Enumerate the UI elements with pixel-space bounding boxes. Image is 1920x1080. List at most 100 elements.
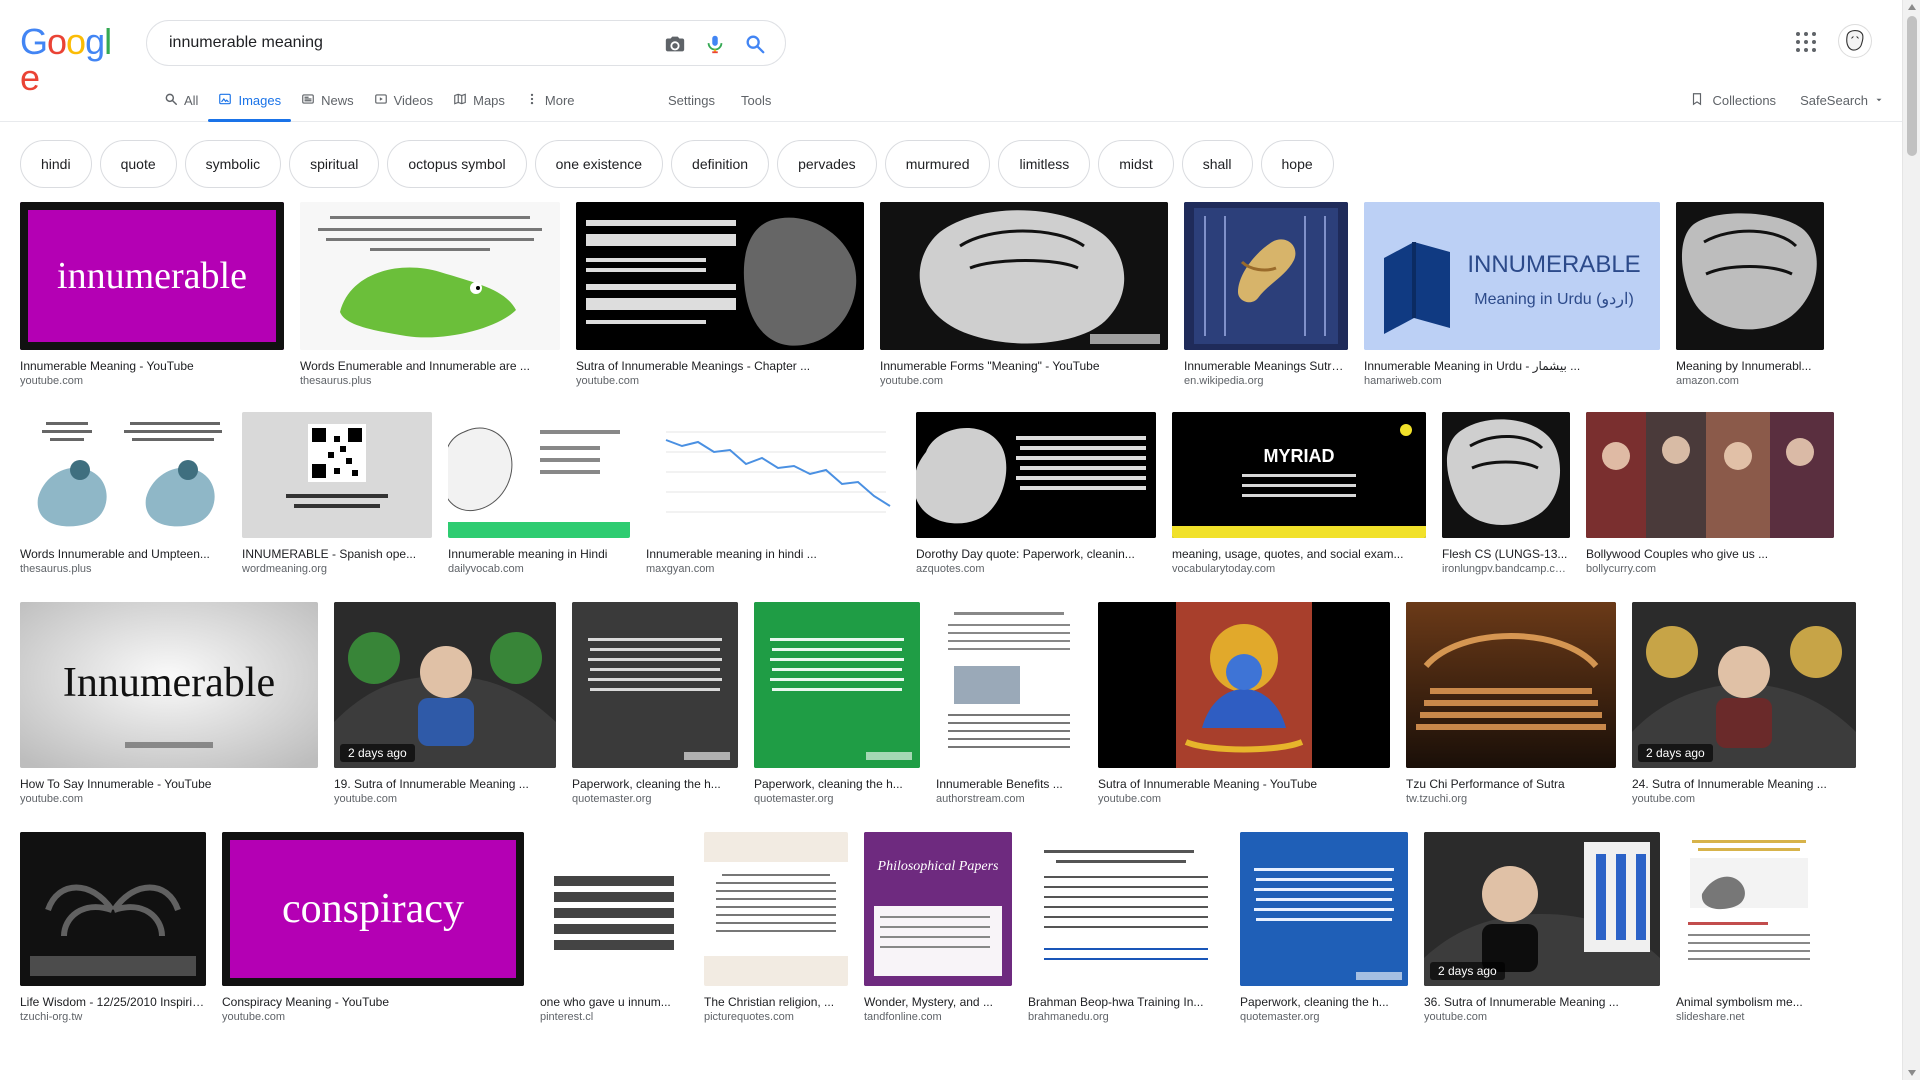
result-caption[interactable]: How To Say Innumerable - YouTube bbox=[20, 776, 318, 792]
result-caption[interactable]: Life Wisdom - 12/25/2010 Inspiring ... bbox=[20, 994, 206, 1010]
tab-news[interactable]: News bbox=[301, 84, 354, 116]
result-caption[interactable]: INNUMERABLE - Spanish ope... bbox=[242, 546, 432, 562]
result-source[interactable]: youtube.com bbox=[20, 374, 284, 388]
result-caption[interactable]: Meaning by Innumerabl... bbox=[1676, 358, 1824, 374]
image-result[interactable]: Sutra of Innumerable Meaning - YouTube y… bbox=[1098, 602, 1390, 806]
result-source[interactable]: azquotes.com bbox=[916, 562, 1156, 576]
result-caption[interactable]: Innumerable Meaning in Urdu - بیشمار ... bbox=[1364, 358, 1660, 374]
result-caption[interactable]: Words Enumerable and Innumerable are ... bbox=[300, 358, 560, 374]
result-thumbnail[interactable] bbox=[936, 602, 1082, 768]
chip[interactable]: midst bbox=[1098, 140, 1174, 188]
result-thumbnail[interactable] bbox=[646, 412, 900, 538]
result-thumbnail[interactable] bbox=[916, 412, 1156, 538]
chip[interactable]: murmured bbox=[884, 140, 991, 188]
camera-icon[interactable] bbox=[663, 32, 687, 56]
result-caption[interactable]: Innumerable meaning in hindi ... bbox=[646, 546, 900, 562]
result-thumbnail[interactable] bbox=[1442, 412, 1570, 538]
result-thumbnail[interactable]: 2 days ago bbox=[334, 602, 556, 768]
result-source[interactable]: youtube.com bbox=[576, 374, 864, 388]
result-source[interactable]: maxgyan.com bbox=[646, 562, 900, 576]
result-caption[interactable]: Paperwork, cleaning the h... bbox=[572, 776, 738, 792]
result-caption[interactable]: Sutra of Innumerable Meanings - Chapter … bbox=[576, 358, 864, 374]
result-thumbnail[interactable] bbox=[20, 832, 206, 986]
chip[interactable]: hope bbox=[1260, 140, 1334, 188]
result-caption[interactable]: Innumerable Meanings Sutra - ... bbox=[1184, 358, 1348, 374]
result-thumbnail[interactable] bbox=[242, 412, 432, 538]
image-result[interactable]: The Christian religion, ... picturequote… bbox=[704, 832, 848, 1024]
result-thumbnail[interactable] bbox=[448, 412, 630, 538]
chip[interactable]: octopus symbol bbox=[387, 140, 527, 188]
result-source[interactable]: quotemaster.org bbox=[754, 792, 920, 806]
tab-more[interactable]: More bbox=[525, 84, 575, 116]
image-result[interactable]: Sutra of Innumerable Meanings - Chapter … bbox=[576, 202, 864, 388]
result-thumbnail[interactable] bbox=[540, 832, 688, 986]
search-box[interactable] bbox=[146, 20, 786, 66]
chip[interactable]: limitless bbox=[998, 140, 1091, 188]
image-result[interactable]: Tzu Chi Performance of Sutra tw.tzuchi.o… bbox=[1406, 602, 1616, 806]
result-caption[interactable]: Animal symbolism me... bbox=[1676, 994, 1822, 1010]
tools-link[interactable]: Tools bbox=[741, 93, 771, 108]
image-result[interactable]: Meaning by Innumerabl... amazon.com bbox=[1676, 202, 1824, 388]
result-caption[interactable]: one who gave u innum... bbox=[540, 994, 688, 1010]
result-thumbnail[interactable] bbox=[1184, 202, 1348, 350]
tab-maps[interactable]: Maps bbox=[453, 84, 505, 116]
result-source[interactable]: pinterest.cl bbox=[540, 1010, 688, 1024]
image-result[interactable]: Animal symbolism me... slideshare.net bbox=[1676, 832, 1822, 1024]
result-caption[interactable]: meaning, usage, quotes, and social exam.… bbox=[1172, 546, 1426, 562]
result-source[interactable]: tandfonline.com bbox=[864, 1010, 1012, 1024]
image-result[interactable]: Life Wisdom - 12/25/2010 Inspiring ... t… bbox=[20, 832, 206, 1024]
result-caption[interactable]: Conspiracy Meaning - YouTube bbox=[222, 994, 524, 1010]
google-logo[interactable]: Googl e bbox=[20, 24, 112, 96]
result-thumbnail[interactable] bbox=[20, 412, 226, 538]
image-result[interactable]: Innumerable How To Say Innumerable - You… bbox=[20, 602, 318, 806]
chip[interactable]: definition bbox=[671, 140, 770, 188]
result-thumbnail[interactable]: 2 days ago bbox=[1632, 602, 1856, 768]
result-caption[interactable]: Wonder, Mystery, and ... bbox=[864, 994, 1012, 1010]
result-caption[interactable]: Words Innumerable and Umpteen... bbox=[20, 546, 226, 562]
result-caption[interactable]: 19. Sutra of Innumerable Meaning ... bbox=[334, 776, 556, 792]
result-caption[interactable]: Flesh CS (LUNGS-13... bbox=[1442, 546, 1570, 562]
image-result[interactable]: Words Innumerable and Umpteen... thesaur… bbox=[20, 412, 226, 576]
result-thumbnail[interactable] bbox=[1586, 412, 1834, 538]
image-result[interactable]: one who gave u innum... pinterest.cl bbox=[540, 832, 688, 1024]
result-thumbnail[interactable]: Innumerable bbox=[20, 602, 318, 768]
search-icon[interactable] bbox=[743, 32, 767, 56]
result-caption[interactable]: 36. Sutra of Innumerable Meaning ... bbox=[1424, 994, 1660, 1010]
result-source[interactable]: dailyvocab.com bbox=[448, 562, 630, 576]
tab-videos[interactable]: Videos bbox=[374, 84, 433, 116]
result-source[interactable]: thesaurus.plus bbox=[20, 562, 226, 576]
safesearch-button[interactable]: SafeSearch bbox=[1800, 93, 1884, 108]
chip[interactable]: pervades bbox=[777, 140, 877, 188]
result-source[interactable]: youtube.com bbox=[1632, 792, 1856, 806]
image-result[interactable]: conspiracy Conspiracy Meaning - YouTube … bbox=[222, 832, 524, 1024]
result-thumbnail[interactable] bbox=[880, 202, 1168, 350]
result-thumbnail[interactable] bbox=[1098, 602, 1390, 768]
result-source[interactable]: thesaurus.plus bbox=[300, 374, 560, 388]
image-result[interactable]: Innumerable Benefits ... authorstream.co… bbox=[936, 602, 1082, 806]
result-thumbnail[interactable]: Philosophical Papers bbox=[864, 832, 1012, 986]
microphone-icon[interactable] bbox=[703, 32, 727, 56]
result-caption[interactable]: Brahman Beop-hwa Training In... bbox=[1028, 994, 1224, 1010]
result-caption[interactable]: Innumerable Benefits ... bbox=[936, 776, 1082, 792]
image-result[interactable]: MYRIAD meaning, usage, quotes, and socia… bbox=[1172, 412, 1426, 576]
result-source[interactable]: authorstream.com bbox=[936, 792, 1082, 806]
image-result[interactable]: Brahman Beop-hwa Training In... brahmane… bbox=[1028, 832, 1224, 1024]
result-thumbnail[interactable] bbox=[300, 202, 560, 350]
result-caption[interactable]: Innumerable Forms "Meaning" - YouTube bbox=[880, 358, 1168, 374]
image-result[interactable]: Dorothy Day quote: Paperwork, cleanin...… bbox=[916, 412, 1156, 576]
result-caption[interactable]: Bollywood Couples who give us ... bbox=[1586, 546, 1834, 562]
image-result[interactable]: Paperwork, cleaning the h... quotemaster… bbox=[572, 602, 738, 806]
result-thumbnail[interactable] bbox=[754, 602, 920, 768]
result-source[interactable]: slideshare.net bbox=[1676, 1010, 1822, 1024]
tab-all[interactable]: All bbox=[164, 84, 198, 116]
chip[interactable]: one existence bbox=[534, 140, 664, 188]
result-source[interactable]: youtube.com bbox=[1424, 1010, 1660, 1024]
tab-images[interactable]: Images bbox=[208, 84, 291, 122]
result-source[interactable]: youtube.com bbox=[334, 792, 556, 806]
result-thumbnail[interactable]: 2 days ago bbox=[1424, 832, 1660, 986]
image-result[interactable]: Words Enumerable and Innumerable are ...… bbox=[300, 202, 560, 388]
result-caption[interactable]: 24. Sutra of Innumerable Meaning ... bbox=[1632, 776, 1856, 792]
result-caption[interactable]: The Christian religion, ... bbox=[704, 994, 848, 1010]
result-source[interactable]: youtube.com bbox=[20, 792, 318, 806]
image-result[interactable]: Philosophical Papers Wonder, Mystery, an… bbox=[864, 832, 1012, 1024]
